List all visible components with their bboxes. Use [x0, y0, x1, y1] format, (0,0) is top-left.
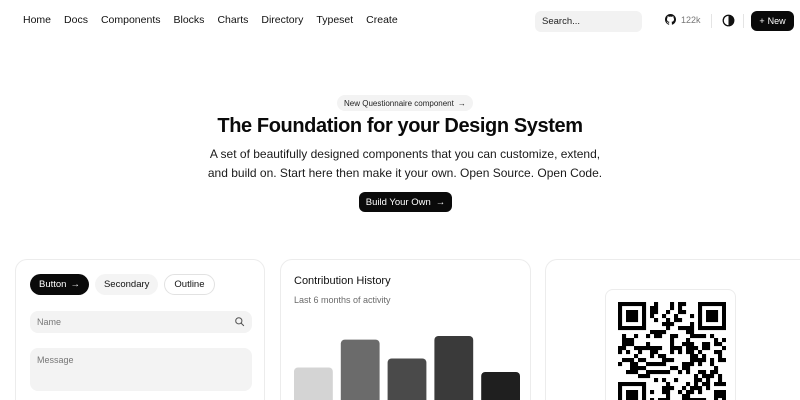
chart-bar [294, 367, 333, 400]
nav-link-charts[interactable]: Charts [217, 14, 248, 26]
button-row: Button → Secondary Outline [30, 274, 215, 295]
github-stars: 122k [681, 14, 701, 25]
contribution-bar-chart [294, 336, 520, 400]
cta-label: Build Your Own [365, 196, 431, 208]
primary-button-label: Button [39, 279, 67, 290]
nav-link-docs[interactable]: Docs [64, 14, 88, 26]
outline-button[interactable]: Outline [164, 274, 215, 295]
name-input[interactable]: Name [30, 311, 252, 333]
top-nav: Home Docs Components Blocks Charts Direc… [0, 0, 800, 42]
nav-link-blocks[interactable]: Blocks [174, 14, 205, 26]
nav-divider [711, 14, 712, 28]
secondary-button[interactable]: Secondary [94, 274, 159, 295]
hero-subtitle-line: and build on. Start here then make it yo… [207, 166, 603, 180]
chart-bar [481, 372, 520, 400]
nav-links: Home Docs Components Blocks Charts Direc… [23, 14, 411, 26]
buttons-form-card: Button → Secondary Outline Name Message [15, 259, 265, 400]
qr-code-card [545, 259, 800, 400]
contribution-chart-card: Contribution History Last 6 months of ac… [280, 259, 531, 400]
qr-code-frame [605, 289, 736, 400]
arrow-right-icon: → [435, 196, 446, 208]
plus-icon: + [759, 16, 765, 26]
nav-link-home[interactable]: Home [23, 14, 51, 26]
build-your-own-button[interactable]: Build Your Own → [359, 192, 452, 212]
qr-code-image [618, 302, 726, 400]
badge-label: New Questionnaire component [344, 98, 454, 108]
search-input[interactable]: Search... [535, 11, 642, 32]
hero-subtitle-line: A set of beautifully designed components… [209, 147, 601, 161]
nav-link-create[interactable]: Create [366, 14, 398, 26]
chart-bar [387, 358, 427, 400]
nav-link-components[interactable]: Components [101, 14, 161, 26]
arrow-right-icon: → [457, 98, 466, 108]
hero-subtitle: A set of beautifully designed components… [190, 145, 620, 183]
github-link[interactable]: 122k [665, 14, 701, 25]
nav-link-typeset[interactable]: Typeset [316, 14, 353, 26]
search-icon [235, 317, 245, 327]
chart-subtitle: Last 6 months of activity [294, 295, 391, 305]
chart-bar [340, 339, 380, 400]
github-icon [665, 14, 676, 25]
nav-link-directory[interactable]: Directory [261, 14, 303, 26]
chart-bar [434, 336, 474, 400]
nav-divider [743, 14, 744, 28]
name-input-placeholder: Name [37, 317, 62, 327]
primary-button[interactable]: Button → [30, 274, 89, 295]
new-button[interactable]: + New [751, 11, 794, 31]
new-button-label: New [767, 16, 786, 26]
chart-title: Contribution History [294, 275, 391, 287]
message-placeholder: Message [37, 355, 74, 365]
page-title: The Foundation for your Design System [217, 115, 583, 137]
theme-toggle-icon[interactable] [722, 14, 735, 27]
announcement-badge[interactable]: New Questionnaire component → [337, 95, 473, 111]
arrow-right-icon: → [70, 279, 80, 290]
message-textarea[interactable]: Message [30, 348, 252, 391]
